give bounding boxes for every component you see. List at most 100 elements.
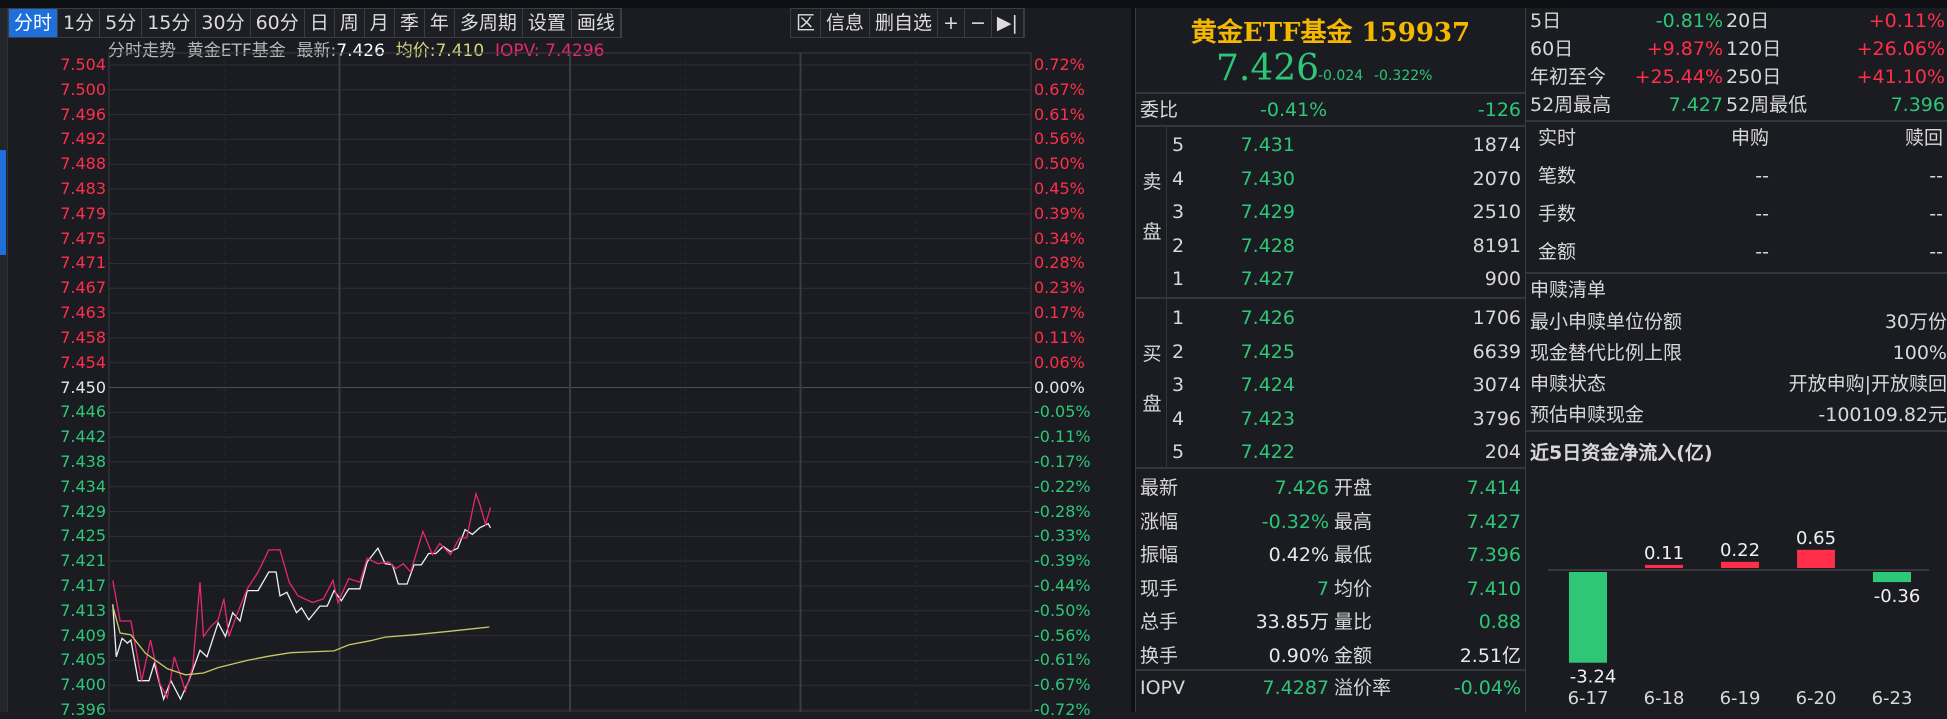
sell-level-row[interactable]: 5 7.431 1874 xyxy=(1136,130,1525,160)
stat-label: 现手 xyxy=(1140,577,1179,600)
stat-label: IOPV xyxy=(1140,677,1186,699)
sell-level-row[interactable]: 3 7.429 2510 xyxy=(1136,197,1525,227)
level-volume: 204 xyxy=(1484,441,1521,463)
buy-level-row[interactable]: 4 7.423 3796 xyxy=(1136,404,1525,434)
level-price: 7.428 xyxy=(1240,234,1295,257)
flow-date-label: 6-19 xyxy=(1720,688,1761,709)
y-tick-price: 7.504 xyxy=(60,55,106,74)
level-volume: 3796 xyxy=(1472,407,1521,430)
realtime-label: 笔数 xyxy=(1538,165,1577,187)
y-tick-pct: -0.50% xyxy=(1034,600,1091,620)
buy-level-row[interactable]: 1 7.426 1706 xyxy=(1136,303,1525,333)
stat-value: 0.42% xyxy=(1268,544,1329,566)
redeem-value: -100109.82元 xyxy=(1818,404,1947,426)
level-price: 7.429 xyxy=(1240,201,1295,223)
y-tick-price: 7.483 xyxy=(60,179,106,199)
redeem-label: 现金替代比例上限 xyxy=(1530,342,1683,364)
y-tick-price: 7.458 xyxy=(60,327,106,347)
y-tick-pct: 0.39% xyxy=(1034,203,1085,223)
realtime-label: 金额 xyxy=(1538,241,1577,263)
level-volume: 1706 xyxy=(1472,307,1521,329)
y-tick-pct: -0.61% xyxy=(1034,650,1091,670)
level-volume: 900 xyxy=(1484,268,1521,290)
level-price: 7.424 xyxy=(1240,374,1295,396)
perf-label: 52周最高 xyxy=(1530,94,1612,116)
stat-value: 7.410 xyxy=(1466,577,1521,600)
y-tick-pct: -0.17% xyxy=(1034,451,1091,471)
redeem-label: 预估申赎现金 xyxy=(1530,404,1645,426)
stat-value: 7.4287 xyxy=(1262,677,1329,699)
perf-label: 年初至今 xyxy=(1530,66,1607,88)
perf-value: +26.06% xyxy=(1856,38,1945,60)
realtime-subscribe: -- xyxy=(1755,165,1769,187)
flow-date-label: 6-23 xyxy=(1872,688,1913,709)
y-tick-price: 7.463 xyxy=(60,303,106,323)
y-tick-pct: 0.11% xyxy=(1034,327,1085,347)
level-volume: 2510 xyxy=(1472,201,1521,223)
redeem-list-title-row: 申赎清单 xyxy=(1526,275,1947,305)
perf-value: +9.87% xyxy=(1646,38,1723,60)
y-tick-pct: 0.06% xyxy=(1034,352,1085,372)
redeem-row: 预估申赎现金 -100109.82元 xyxy=(1526,400,1947,430)
flow-bar xyxy=(1721,561,1759,568)
level-volume: 3074 xyxy=(1472,374,1521,396)
y-tick-pct: -0.28% xyxy=(1034,501,1091,521)
flow-bar xyxy=(1569,572,1607,663)
y-tick-pct: 0.00% xyxy=(1034,377,1085,397)
weicha-value: -126 xyxy=(1477,99,1521,121)
level-price: 7.426 xyxy=(1240,307,1295,329)
flow-date-label: 6-18 xyxy=(1644,688,1685,709)
sell-level-row[interactable]: 1 7.427 900 xyxy=(1136,264,1525,294)
realtime-label: 手数 xyxy=(1538,203,1577,225)
realtime-row: 笔数 -- -- xyxy=(1526,161,1947,191)
flow-bar xyxy=(1797,549,1835,568)
redeem-row: 申赎状态 开放申购|开放赎回 xyxy=(1526,369,1947,399)
level-price: 7.423 xyxy=(1240,407,1295,430)
realtime-row: 金额 -- -- xyxy=(1526,237,1947,267)
flow-bar-label: -0.36 xyxy=(1874,586,1921,607)
y-tick-price: 7.475 xyxy=(60,228,106,248)
realtime-redeem: -- xyxy=(1929,203,1943,225)
y-tick-pct: -0.33% xyxy=(1034,526,1091,546)
stat-label: 最高 xyxy=(1334,510,1373,533)
realtime-label: 实时 xyxy=(1538,127,1577,149)
y-tick-price: 7.421 xyxy=(60,551,106,571)
y-tick-price: 7.450 xyxy=(60,377,106,397)
buy-level-row[interactable]: 3 7.424 3074 xyxy=(1136,370,1525,400)
sell-level-row[interactable]: 4 7.430 2070 xyxy=(1136,164,1525,194)
stat-row: 换手 0.90% 金额 2.51亿 xyxy=(1136,641,1525,671)
flow-title-row: 近5日资金净流入(亿) xyxy=(1526,438,1947,468)
stat-value: 0.88 xyxy=(1478,611,1521,633)
sell-level-row[interactable]: 2 7.428 8191 xyxy=(1136,231,1525,261)
stat-value: 7.426 xyxy=(1274,477,1329,499)
weibi-label: 委比 xyxy=(1140,99,1179,121)
y-tick-price: 7.417 xyxy=(60,575,106,595)
y-tick-price: 7.496 xyxy=(60,104,106,124)
perf-label: 60日 xyxy=(1530,38,1574,60)
level-number: 2 xyxy=(1172,340,1185,363)
y-tick-pct: 0.28% xyxy=(1034,253,1085,273)
level-number: 5 xyxy=(1172,134,1185,156)
level-price: 7.425 xyxy=(1240,340,1295,363)
stat-value: 2.51亿 xyxy=(1459,644,1521,667)
stat-label: 涨幅 xyxy=(1140,510,1179,533)
buy-level-row[interactable]: 2 7.425 6639 xyxy=(1136,337,1525,367)
y-tick-price: 7.467 xyxy=(60,278,106,298)
perf-value: 7.396 xyxy=(1890,94,1945,116)
redeem-value: 100% xyxy=(1892,342,1947,364)
perf-label: 120日 xyxy=(1726,38,1782,60)
buy-level-row[interactable]: 5 7.422 204 xyxy=(1136,437,1525,467)
perf-label: 52周最低 xyxy=(1726,94,1808,116)
intraday-chart[interactable] xyxy=(0,0,1131,712)
y-tick-price: 7.438 xyxy=(60,451,106,471)
realtime-row: 手数 -- -- xyxy=(1526,199,1947,229)
y-tick-pct: -0.44% xyxy=(1034,575,1091,595)
perf-value: 7.427 xyxy=(1668,94,1723,116)
y-tick-price: 7.425 xyxy=(60,526,106,546)
y-tick-pct: 0.72% xyxy=(1034,55,1085,74)
redeem-value: 开放申购|开放赎回 xyxy=(1788,373,1947,395)
stat-value: 33.85万 xyxy=(1255,611,1329,633)
redeem-list-title: 申赎清单 xyxy=(1530,279,1607,301)
y-tick-pct: 0.50% xyxy=(1034,154,1085,174)
perf-row: 60日 +9.87% 120日 +26.06% xyxy=(1526,34,1947,64)
